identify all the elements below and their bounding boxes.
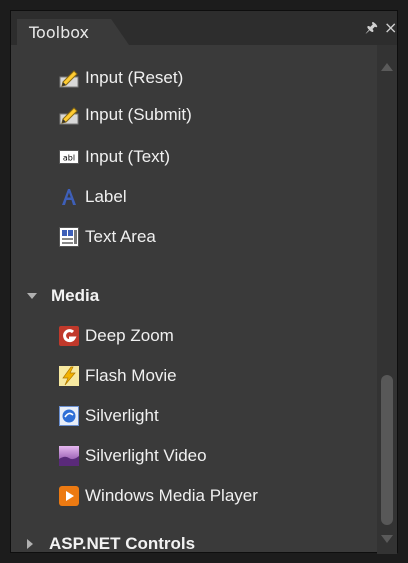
silverlight-icon xyxy=(59,406,79,426)
chevron-right-icon xyxy=(27,539,33,549)
toolbox-item-silverlight-video[interactable]: Silverlight Video xyxy=(59,441,207,471)
toolbox-list: Input (Reset) Input (Submit) abl Input (… xyxy=(11,45,375,554)
toolbox-item-windows-media-player[interactable]: Windows Media Player xyxy=(59,481,258,511)
input-reset-icon xyxy=(59,70,79,88)
toolbox-item-silverlight[interactable]: Silverlight xyxy=(59,401,159,431)
input-submit-icon xyxy=(59,107,79,125)
panel-title: Toolbox xyxy=(29,23,89,42)
chevron-down-icon xyxy=(27,293,37,299)
deep-zoom-icon xyxy=(59,326,79,346)
silverlight-video-icon xyxy=(59,446,79,466)
panel-header: Toolbox 🖈 × xyxy=(11,11,397,45)
toolbox-tab[interactable]: Toolbox xyxy=(17,19,129,45)
close-icon[interactable]: × xyxy=(384,20,397,36)
group-aspnet-controls[interactable]: ASP.NET Controls xyxy=(27,529,195,559)
toolbox-item-text-area[interactable]: Text Area xyxy=(59,222,156,252)
toolbox-item-input-submit[interactable]: Input (Submit) xyxy=(59,100,192,130)
toolbox-item-flash-movie[interactable]: Flash Movie xyxy=(59,361,177,391)
vertical-scrollbar[interactable] xyxy=(377,45,397,554)
scroll-up-icon[interactable] xyxy=(381,63,393,71)
flash-movie-icon xyxy=(59,366,79,386)
scroll-down-icon[interactable] xyxy=(381,535,393,543)
group-media[interactable]: Media xyxy=(27,281,99,311)
input-text-icon: abl xyxy=(59,150,79,164)
toolbox-item-input-reset[interactable]: Input (Reset) xyxy=(59,63,183,93)
svg-text:abl: abl xyxy=(63,154,75,163)
text-area-icon xyxy=(59,227,79,247)
windows-media-player-icon xyxy=(59,486,79,506)
pin-icon[interactable]: 🖈 xyxy=(365,21,378,35)
label-icon xyxy=(62,189,76,205)
toolbox-item-deep-zoom[interactable]: Deep Zoom xyxy=(59,321,174,351)
toolbox-item-input-text[interactable]: abl Input (Text) xyxy=(59,142,170,172)
toolbox-panel: Toolbox 🖈 × Input (Reset) Input (Submit) xyxy=(10,10,398,554)
toolbox-item-label[interactable]: Label xyxy=(59,182,127,212)
scrollbar-thumb[interactable] xyxy=(381,375,393,525)
